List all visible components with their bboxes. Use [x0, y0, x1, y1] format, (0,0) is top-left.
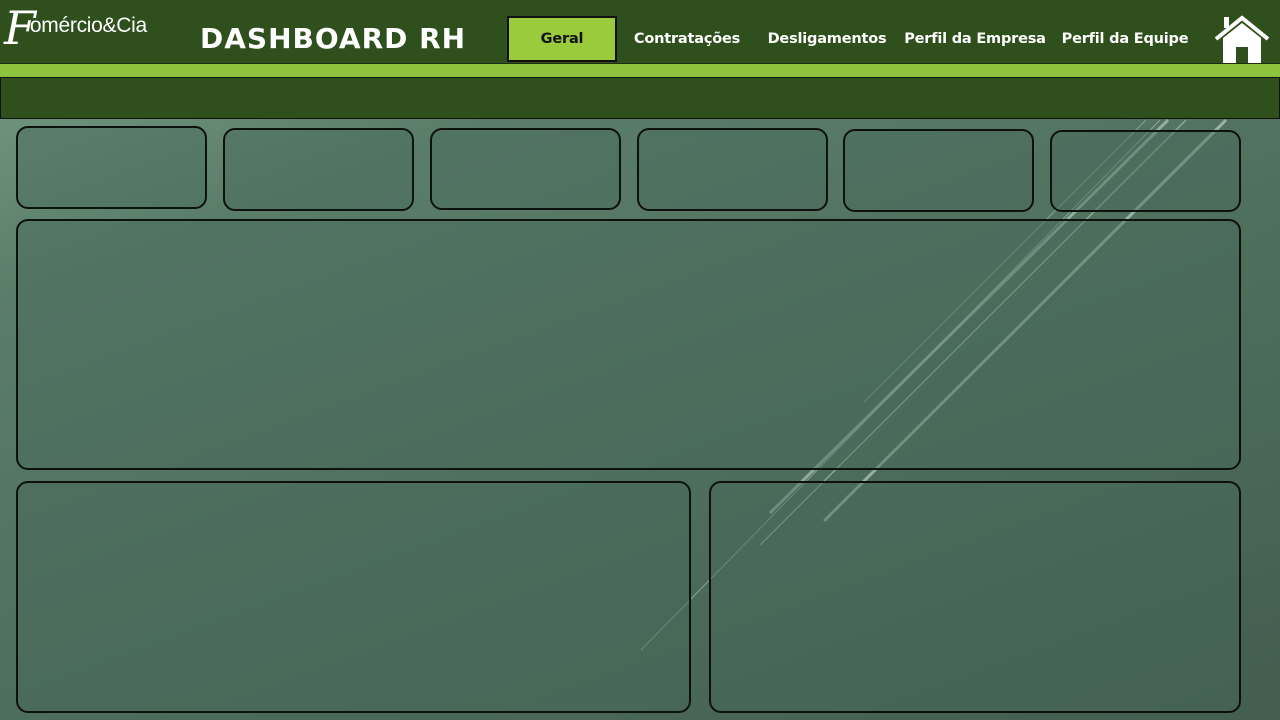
page-title: DASHBOARD RH [200, 22, 467, 55]
accent-strip [0, 64, 1280, 77]
top-navigation-bar: F omércio&Cia DASHBOARD RH Geral Contrat… [0, 0, 1280, 64]
bottom-left-chart-panel [16, 481, 691, 713]
home-icon [1214, 15, 1270, 63]
tab-desligamentos[interactable]: Desligamentos [762, 16, 892, 62]
company-logo: F omércio&Cia [4, 2, 147, 58]
home-button[interactable] [1212, 14, 1272, 64]
kpi-card-5 [843, 129, 1034, 212]
bottom-right-chart-panel [709, 481, 1241, 713]
kpi-card-1 [16, 126, 207, 209]
filter-bar [0, 77, 1280, 119]
kpi-card-4 [637, 128, 828, 211]
kpi-card-3 [430, 128, 621, 210]
tab-perfil-empresa[interactable]: Perfil da Empresa [902, 16, 1048, 62]
tab-geral[interactable]: Geral [507, 16, 617, 62]
tab-perfil-equipe[interactable]: Perfil da Equipe [1058, 16, 1192, 62]
logo-text: omércio&Cia [29, 14, 147, 37]
kpi-card-2 [223, 128, 414, 211]
tab-contratacoes[interactable]: Contratações [626, 16, 748, 62]
main-chart-panel [16, 219, 1241, 470]
kpi-card-6 [1050, 130, 1241, 212]
